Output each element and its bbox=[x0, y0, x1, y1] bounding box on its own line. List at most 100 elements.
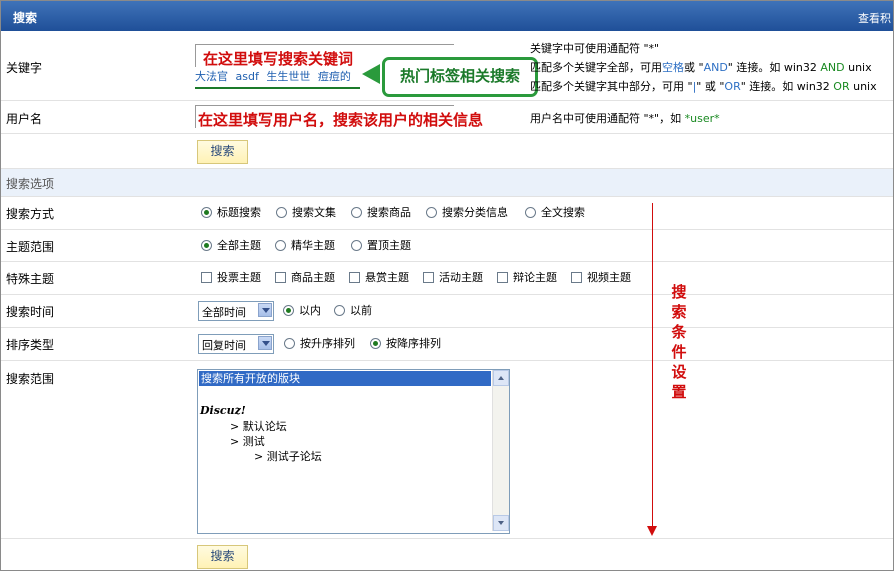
listbox-scrollbar[interactable] bbox=[492, 370, 509, 531]
checkbox-icon bbox=[349, 271, 360, 283]
radio-within[interactable]: 以内 bbox=[283, 302, 321, 318]
search-scope-label: 搜索范围 bbox=[6, 372, 55, 386]
hint-highlight: 空格 bbox=[662, 61, 684, 74]
header-link[interactable]: 查看积 bbox=[858, 10, 891, 26]
username-annotation: 在这里填写用户名，搜索该用户的相关信息 bbox=[198, 111, 484, 129]
panel-header: 搜索 查看积 bbox=[1, 1, 893, 31]
forum-item[interactable]: > 测试 bbox=[230, 433, 265, 449]
option-label: 全部主题 bbox=[217, 239, 261, 252]
keyword-label: 关键字 bbox=[6, 61, 43, 75]
checkbox-icon bbox=[201, 271, 212, 283]
search-button-row bbox=[1, 134, 893, 169]
radio-icon bbox=[370, 337, 381, 349]
option-label: 全文搜索 bbox=[541, 206, 585, 219]
scroll-down-icon[interactable] bbox=[493, 515, 509, 531]
checkbox-icon bbox=[275, 271, 286, 283]
search-button-bottom[interactable]: 搜索 bbox=[197, 545, 248, 569]
check-debate-topic[interactable]: 辩论主题 bbox=[497, 269, 557, 285]
forum-root[interactable]: Discuz! bbox=[200, 404, 246, 417]
callout-arrow bbox=[362, 64, 380, 84]
option-label: 按升序排列 bbox=[300, 337, 355, 350]
hint-text: 匹配多个关键字全部，可用 bbox=[530, 61, 662, 74]
check-poll-topic[interactable]: 投票主题 bbox=[201, 269, 261, 285]
forum-item[interactable]: > 测试子论坛 bbox=[254, 448, 322, 464]
radio-icon bbox=[276, 206, 287, 218]
hint-text: " 或 " bbox=[696, 80, 725, 93]
hint-text: unix bbox=[849, 80, 877, 93]
forum-item[interactable]: > 默认论坛 bbox=[230, 418, 287, 434]
sort-type-row: 排序类型 回复时间 按升序排列 按降序排列 bbox=[1, 328, 893, 361]
hint-text: 或 " bbox=[684, 61, 704, 74]
annotation-line bbox=[652, 203, 653, 528]
special-topic-row: 特殊主题 投票主题 商品主题 悬赏主题 活动主题 辩论主题 视频主题 bbox=[1, 262, 893, 295]
hint-highlight: AND bbox=[703, 61, 728, 74]
option-label: 以前 bbox=[350, 304, 372, 317]
radio-sticky-topics[interactable]: 置顶主题 bbox=[351, 237, 411, 253]
hint-text: 匹配多个关键字其中部分，可用 " bbox=[530, 80, 693, 93]
radio-search-goods[interactable]: 搜索商品 bbox=[351, 204, 411, 220]
radio-sort-asc[interactable]: 按升序排列 bbox=[284, 335, 355, 351]
radio-sort-desc[interactable]: 按降序排列 bbox=[370, 335, 441, 351]
checkbox-icon bbox=[423, 271, 434, 283]
hint-text: 关键字中可使用通配符 "*" bbox=[530, 42, 660, 55]
radio-search-category[interactable]: 搜索分类信息 bbox=[426, 204, 508, 220]
panel-title: 搜索 bbox=[13, 11, 38, 25]
checkbox-icon bbox=[497, 271, 508, 283]
username-hint: 用户名中可使用通配符 "*"，如 *user* bbox=[530, 110, 720, 126]
radio-icon bbox=[426, 206, 437, 218]
check-reward-topic[interactable]: 悬赏主题 bbox=[349, 269, 409, 285]
username-label: 用户名 bbox=[6, 112, 43, 126]
radio-fulltext-search[interactable]: 全文搜索 bbox=[525, 204, 585, 220]
keyword-hint-3: 匹配多个关键字其中部分，可用 "|" 或 "OR" 连接。如 win32 OR … bbox=[530, 78, 877, 94]
option-label: 辩论主题 bbox=[513, 271, 557, 284]
keyword-hint-1: 关键字中可使用通配符 "*" bbox=[530, 40, 659, 56]
search-button[interactable]: 搜索 bbox=[197, 140, 248, 164]
radio-before[interactable]: 以前 bbox=[334, 302, 372, 318]
hint-text: " 连接。如 win32 bbox=[727, 61, 821, 74]
option-label: 投票主题 bbox=[217, 271, 261, 284]
option-label: 标题搜索 bbox=[217, 206, 261, 219]
search-method-row: 搜索方式 标题搜索 搜索文集 搜索商品 搜索分类信息 全文搜索 bbox=[1, 197, 893, 230]
option-label: 搜索分类信息 bbox=[442, 206, 508, 219]
hint-highlight: OR bbox=[833, 80, 850, 93]
option-label: 按降序排列 bbox=[386, 337, 441, 350]
option-label: 搜索文集 bbox=[292, 206, 336, 219]
option-label: 置顶主题 bbox=[367, 239, 411, 252]
option-label: 搜索商品 bbox=[367, 206, 411, 219]
side-annotation: 搜索条件设置 bbox=[671, 283, 687, 401]
option-label: 视频主题 bbox=[587, 271, 631, 284]
check-video-topic[interactable]: 视频主题 bbox=[571, 269, 631, 285]
hot-tags[interactable]: 大法官 asdf 生生世世 痘痘的 bbox=[195, 68, 351, 84]
option-label: 以内 bbox=[299, 304, 321, 317]
options-section: 搜索选项 bbox=[1, 169, 893, 197]
check-activity-topic[interactable]: 活动主题 bbox=[423, 269, 483, 285]
hint-highlight: AND bbox=[820, 61, 845, 74]
scroll-up-icon[interactable] bbox=[493, 370, 509, 386]
option-label: 活动主题 bbox=[439, 271, 483, 284]
radio-icon bbox=[351, 206, 362, 218]
listbox-selected-item[interactable]: 搜索所有开放的版块 bbox=[199, 371, 491, 386]
hot-tags-underline bbox=[195, 87, 360, 89]
keyword-annotation: 在这里填写搜索关键词 bbox=[203, 50, 354, 68]
hint-text: 用户名中可使用通配符 "*"，如 bbox=[530, 112, 685, 125]
option-label: 商品主题 bbox=[291, 271, 335, 284]
keyword-hint-2: 匹配多个关键字全部，可用空格或 "AND" 连接。如 win32 AND uni… bbox=[530, 59, 872, 75]
radio-digest-topics[interactable]: 精华主题 bbox=[275, 237, 335, 253]
option-label: 悬赏主题 bbox=[365, 271, 409, 284]
radio-title-search[interactable]: 标题搜索 bbox=[201, 204, 261, 220]
topic-scope-row: 主题范围 全部主题 精华主题 置顶主题 bbox=[1, 230, 893, 262]
checkbox-icon bbox=[571, 271, 582, 283]
radio-all-topics[interactable]: 全部主题 bbox=[201, 237, 261, 253]
radio-icon bbox=[275, 239, 286, 251]
hint-text: unix bbox=[844, 61, 872, 74]
radio-icon bbox=[201, 206, 212, 218]
radio-icon bbox=[525, 206, 536, 218]
radio-icon bbox=[201, 239, 212, 251]
option-label: 精华主题 bbox=[291, 239, 335, 252]
radio-search-collection[interactable]: 搜索文集 bbox=[276, 204, 336, 220]
hint-text: " 连接。如 win32 bbox=[740, 80, 834, 93]
radio-icon bbox=[334, 304, 345, 316]
forum-listbox[interactable]: 搜索所有开放的版块 Discuz! > 默认论坛 > 测试 > 测试子论坛 bbox=[197, 369, 510, 534]
check-goods-topic[interactable]: 商品主题 bbox=[275, 269, 335, 285]
annotation-arrow-icon bbox=[647, 526, 657, 536]
